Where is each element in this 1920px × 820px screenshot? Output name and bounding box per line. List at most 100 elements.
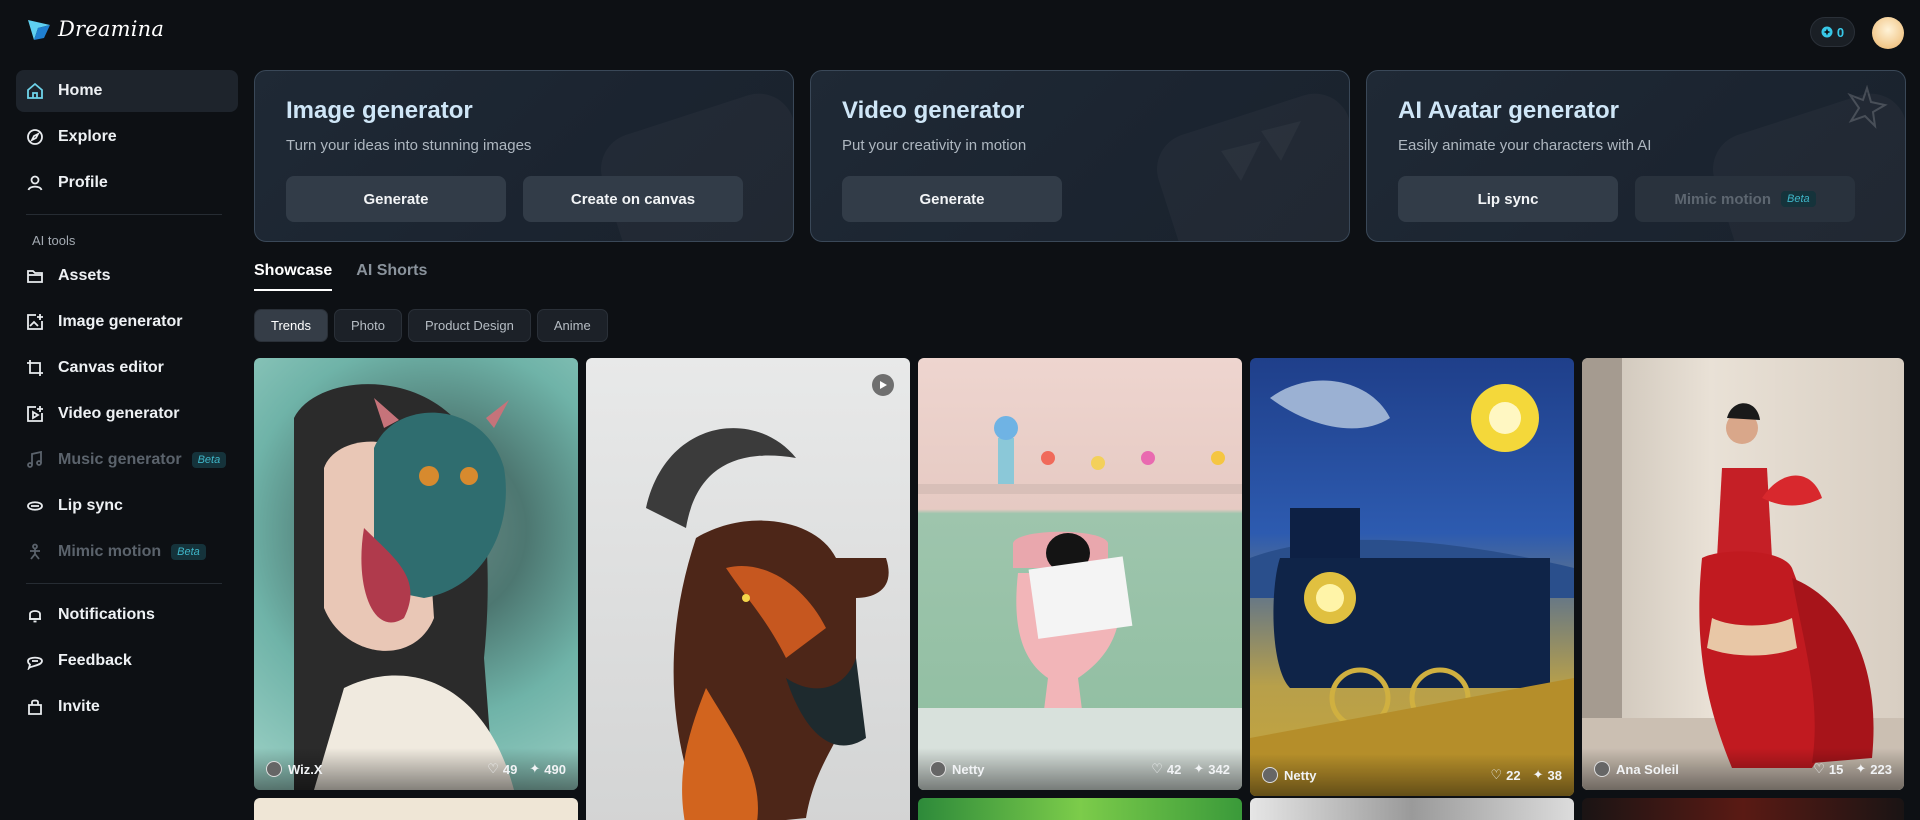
sparkle-star-icon	[1847, 85, 1888, 129]
tile-footer: Netty ♡ 22 ✦ 38	[1250, 754, 1574, 796]
sidebar-item-mimic-motion[interactable]: Mimic motion Beta	[16, 531, 238, 573]
tab-showcase[interactable]: Showcase	[254, 262, 333, 291]
video-indicator	[872, 374, 894, 396]
sidebar-item-label: Feedback	[58, 652, 132, 669]
sidebar-item-label: Lip sync	[58, 497, 123, 514]
sparkle-icon: ✦	[529, 761, 541, 776]
filter-chip-trends[interactable]: Trends	[254, 309, 328, 342]
filter-chip-anime[interactable]: Anime	[536, 309, 608, 342]
gallery-item[interactable]: Netty ♡ 22 ✦ 38	[1250, 358, 1574, 796]
filter-chip-photo[interactable]: Photo	[333, 309, 402, 342]
remix-count[interactable]: ✦ 342	[1193, 761, 1230, 777]
lip-sync-icon	[26, 497, 44, 515]
like-count[interactable]: ♡ 49	[487, 761, 517, 777]
card-subtitle: Easily animate your characters with AI	[1398, 137, 1652, 154]
app-logo[interactable]: Dreamina	[26, 16, 164, 42]
compass-icon	[26, 128, 44, 146]
image-generate-button[interactable]: Generate	[286, 176, 506, 222]
video-generate-button[interactable]: Generate	[842, 176, 1062, 222]
sidebar-item-assets[interactable]: Assets	[16, 255, 238, 297]
card-title: AI Avatar generator	[1398, 97, 1619, 124]
folder-icon	[26, 267, 44, 285]
remixes-value: 490	[544, 761, 566, 777]
lip-sync-button[interactable]: Lip sync	[1398, 176, 1618, 222]
main-nav: Home Explore Profile AI tools Assets Ima…	[16, 70, 238, 732]
music-icon	[26, 451, 44, 469]
sparkle-icon: ✦	[1855, 761, 1867, 776]
creator[interactable]: Ana Soleil	[1594, 761, 1801, 777]
user-avatar[interactable]	[1872, 17, 1904, 49]
gallery-item[interactable]	[254, 798, 578, 820]
gallery-item[interactable]	[1250, 798, 1574, 820]
creator-avatar	[266, 761, 282, 777]
mimic-motion-button[interactable]: Mimic motion Beta	[1635, 176, 1855, 222]
like-count[interactable]: ♡ 15	[1813, 761, 1843, 777]
creator-name: Netty	[1284, 767, 1317, 783]
category-filters: Trends Photo Product Design Anime	[254, 309, 608, 342]
sidebar-item-profile[interactable]: Profile	[16, 162, 238, 204]
gallery-item[interactable]	[918, 798, 1242, 820]
sidebar-item-notifications[interactable]: Notifications	[16, 594, 238, 636]
gallery-item[interactable]: Wiz.X ♡ 49 ✦ 490	[254, 358, 578, 790]
sidebar-item-label: Mimic motion	[58, 543, 162, 560]
remixes-value: 223	[1870, 761, 1892, 777]
creator[interactable]: Netty	[1262, 767, 1479, 783]
creator[interactable]: Netty	[930, 761, 1139, 777]
remixes-value: 342	[1208, 761, 1230, 777]
gallery-item[interactable]	[586, 358, 910, 820]
credits-count: 0	[1836, 24, 1845, 40]
sparkle-icon: ✦	[1193, 761, 1205, 776]
sidebar-item-canvas-editor[interactable]: Canvas editor	[16, 347, 238, 389]
sidebar-item-label: Image generator	[58, 313, 183, 330]
credits-button[interactable]: 0	[1810, 17, 1855, 47]
remix-count[interactable]: ✦ 38	[1533, 767, 1562, 783]
gallery-item[interactable]: Ana Soleil ♡ 15 ✦ 223	[1582, 358, 1904, 790]
sidebar-item-invite[interactable]: Invite	[16, 686, 238, 728]
sidebar-item-music-generator[interactable]: Music generator Beta	[16, 439, 238, 481]
create-on-canvas-button[interactable]: Create on canvas	[523, 176, 743, 222]
creator[interactable]: Wiz.X	[266, 761, 475, 777]
creator-name: Ana Soleil	[1616, 761, 1679, 777]
user-icon	[26, 174, 44, 192]
fast-forward-deco-icon	[1221, 121, 1301, 181]
sidebar-item-feedback[interactable]: Feedback	[16, 640, 238, 682]
sidebar-item-lip-sync[interactable]: Lip sync	[16, 485, 238, 527]
likes-value: 49	[502, 761, 518, 777]
card-title: Image generator	[286, 97, 473, 124]
sparkle-icon: ✦	[1532, 767, 1544, 782]
card-title: Video generator	[842, 97, 1025, 124]
sidebar-item-video-generator[interactable]: Video generator	[16, 393, 238, 435]
creator-avatar	[930, 761, 946, 777]
ai-tools-heading: AI tools	[32, 232, 76, 248]
filter-chip-product-design[interactable]: Product Design	[407, 309, 531, 342]
beta-badge: Beta	[171, 544, 206, 560]
tab-ai-shorts[interactable]: AI Shorts	[356, 262, 427, 291]
sidebar: Dreamina Home Explore Profile AI tools A…	[0, 0, 238, 820]
image-generator-card: Image generator Turn your ideas into stu…	[254, 70, 794, 242]
sidebar-item-label: Canvas editor	[58, 359, 164, 376]
sidebar-item-label: Music generator	[58, 451, 182, 468]
home-icon	[26, 82, 44, 100]
sidebar-item-label: Notifications	[58, 606, 155, 623]
creator-avatar	[1594, 761, 1610, 777]
sidebar-item-label: Profile	[58, 174, 108, 191]
crop-icon	[26, 359, 44, 377]
ai-avatar-generator-card: AI Avatar generator Easily animate your …	[1366, 70, 1906, 242]
remix-count[interactable]: ✦ 223	[1855, 761, 1892, 777]
gallery-item[interactable]	[1582, 798, 1904, 820]
sidebar-item-image-generator[interactable]: Image generator	[16, 301, 238, 343]
sidebar-item-explore[interactable]: Explore	[16, 116, 238, 158]
artwork-image	[1250, 380, 1574, 796]
like-count[interactable]: ♡ 22	[1491, 767, 1521, 783]
gallery-item[interactable]: Netty ♡ 42 ✦ 342	[918, 358, 1242, 790]
button-label: Mimic motion	[1674, 190, 1772, 208]
sidebar-item-home[interactable]: Home	[16, 70, 238, 112]
sidebar-item-label: Explore	[58, 128, 117, 145]
app-name: Dreamina	[58, 17, 165, 41]
tile-footer: Ana Soleil ♡ 15 ✦ 223	[1582, 748, 1904, 790]
like-count[interactable]: ♡ 42	[1151, 761, 1181, 777]
remix-count[interactable]: ✦ 490	[529, 761, 566, 777]
creator-name: Netty	[952, 761, 985, 777]
sidebar-divider	[26, 214, 222, 215]
sidebar-item-label: Invite	[58, 698, 100, 715]
